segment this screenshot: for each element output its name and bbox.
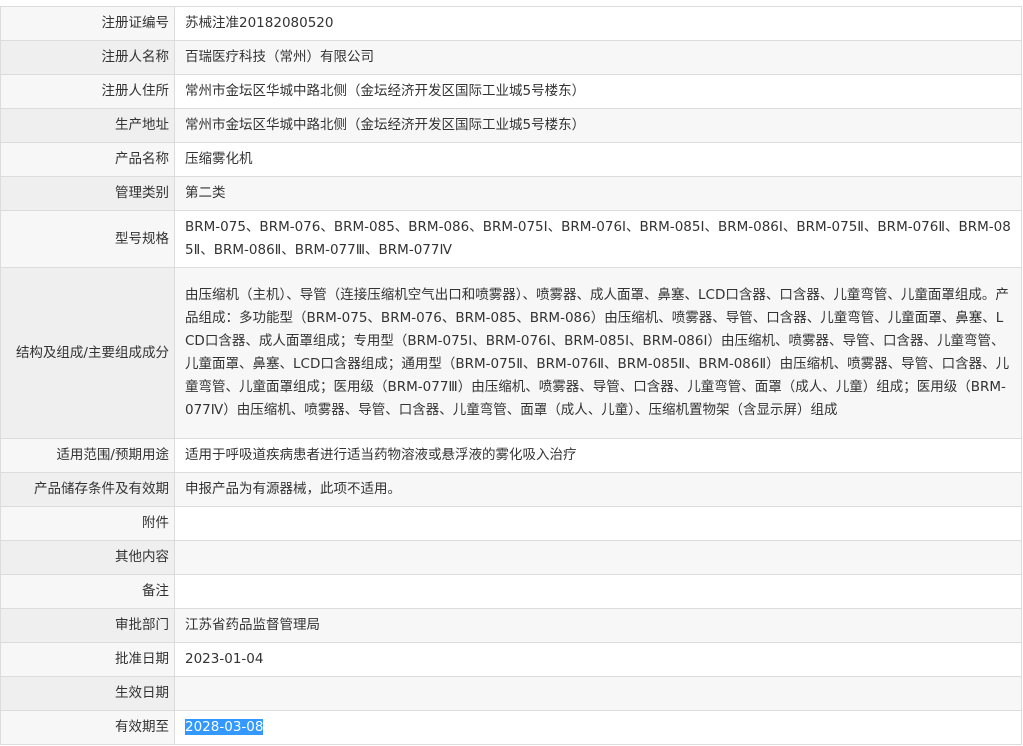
field-label: 批准日期 xyxy=(0,642,175,677)
field-value xyxy=(174,574,1022,609)
table-row: 型号规格 BRM-075、BRM-076、BRM-085、BRM-086、BRM… xyxy=(0,210,1022,268)
table-row: 产品名称 压缩雾化机 xyxy=(0,142,1022,177)
field-label: 适用范围/预期用途 xyxy=(0,438,175,473)
field-label: 生效日期 xyxy=(0,676,175,711)
table-row: 注册人住所 常州市金坛区华城中路北侧（金坛经济开发区国际工业城5号楼东） xyxy=(0,74,1022,109)
field-value xyxy=(174,676,1022,711)
selected-text[interactable]: 2028-03-08 xyxy=(185,719,264,735)
field-label: 产品名称 xyxy=(0,142,175,177)
field-value xyxy=(174,506,1022,541)
field-value: 苏械注准20182080520 xyxy=(174,6,1022,41)
field-label: 附件 xyxy=(0,506,175,541)
table-row: 其他内容 xyxy=(0,540,1022,575)
field-label: 其他内容 xyxy=(0,540,175,575)
field-value: 由压缩机（主机）、导管（连接压缩机空气出口和喷雾器）、喷雾器、成人面罩、鼻塞、L… xyxy=(174,267,1022,439)
field-label: 型号规格 xyxy=(0,210,175,268)
table-row: 备注 xyxy=(0,574,1022,609)
field-value: 百瑞医疗科技（常州）有限公司 xyxy=(174,40,1022,75)
registration-record-table: 注册证编号 苏械注准20182080520 注册人名称 百瑞医疗科技（常州）有限… xyxy=(0,6,1022,745)
field-label: 结构及组成/主要组成成分 xyxy=(0,267,175,439)
table-row: 结构及组成/主要组成成分 由压缩机（主机）、导管（连接压缩机空气出口和喷雾器）、… xyxy=(0,267,1022,439)
field-value: 申报产品为有源器械，此项不适用。 xyxy=(174,472,1022,507)
table-row: 附件 xyxy=(0,506,1022,541)
field-label: 审批部门 xyxy=(0,608,175,643)
table-row: 有效期至 2028-03-08 xyxy=(0,710,1022,745)
table-row: 批准日期 2023-01-04 xyxy=(0,642,1022,677)
field-label: 生产地址 xyxy=(0,108,175,143)
field-value xyxy=(174,540,1022,575)
field-label: 注册证编号 xyxy=(0,6,175,41)
field-value: 适用于呼吸道疾病患者进行适当药物溶液或悬浮液的雾化吸入治疗 xyxy=(174,438,1022,473)
field-label: 注册人住所 xyxy=(0,74,175,109)
field-label: 备注 xyxy=(0,574,175,609)
table-row: 适用范围/预期用途 适用于呼吸道疾病患者进行适当药物溶液或悬浮液的雾化吸入治疗 xyxy=(0,438,1022,473)
table-row: 产品储存条件及有效期 申报产品为有源器械，此项不适用。 xyxy=(0,472,1022,507)
field-label: 注册人名称 xyxy=(0,40,175,75)
field-value: 常州市金坛区华城中路北侧（金坛经济开发区国际工业城5号楼东） xyxy=(174,74,1022,109)
field-value: BRM-075、BRM-076、BRM-085、BRM-086、BRM-075Ⅰ… xyxy=(174,210,1022,268)
table-row: 管理类别 第二类 xyxy=(0,176,1022,211)
field-value: 常州市金坛区华城中路北侧（金坛经济开发区国际工业城5号楼东） xyxy=(174,108,1022,143)
table-row: 生产地址 常州市金坛区华城中路北侧（金坛经济开发区国际工业城5号楼东） xyxy=(0,108,1022,143)
field-value: 2028-03-08 xyxy=(174,710,1022,745)
field-label: 管理类别 xyxy=(0,176,175,211)
field-label: 有效期至 xyxy=(0,710,175,745)
field-label: 产品储存条件及有效期 xyxy=(0,472,175,507)
field-value: 压缩雾化机 xyxy=(174,142,1022,177)
table-row: 生效日期 xyxy=(0,676,1022,711)
field-value: 2023-01-04 xyxy=(174,642,1022,677)
table-row: 审批部门 江苏省药品监督管理局 xyxy=(0,608,1022,643)
table-row: 注册证编号 苏械注准20182080520 xyxy=(0,6,1022,41)
field-value: 江苏省药品监督管理局 xyxy=(174,608,1022,643)
field-value: 第二类 xyxy=(174,176,1022,211)
table-row: 注册人名称 百瑞医疗科技（常州）有限公司 xyxy=(0,40,1022,75)
